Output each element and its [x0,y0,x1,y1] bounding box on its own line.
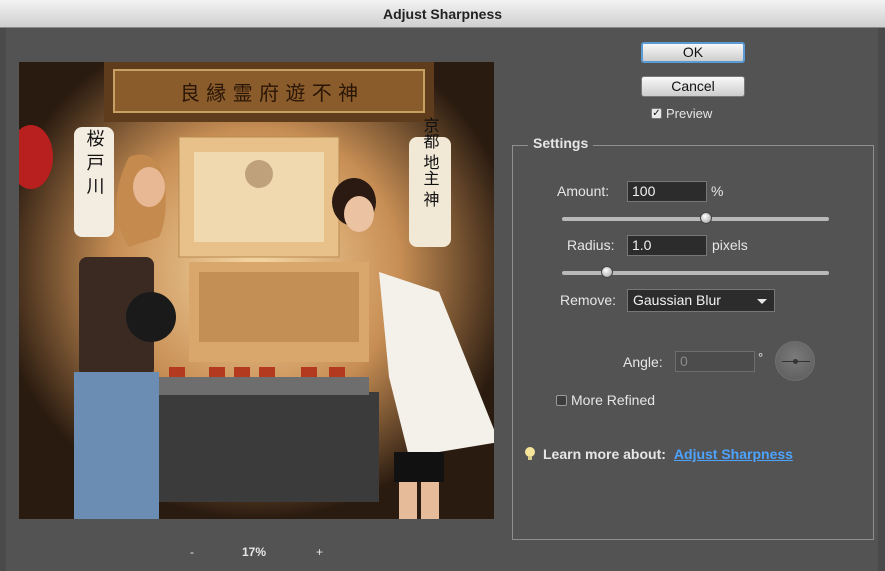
preview-label: Preview [666,106,713,121]
remove-label: Remove: [560,292,617,308]
amount-input[interactable]: 100 [627,181,707,202]
lantern-left-text: 桜 戸 川 [84,129,105,195]
radius-unit: pixels [712,237,748,253]
settings-group [512,145,874,540]
angle-dial[interactable] [775,341,815,381]
settings-legend: Settings [528,135,594,151]
learn-more-prefix: Learn more about: [543,446,666,462]
radius-slider[interactable] [562,266,829,278]
zoom-in-button[interactable]: + [316,545,323,559]
radius-input[interactable]: 1.0 [627,235,707,256]
angle-input[interactable]: 0 [675,351,755,372]
lantern-right-text: 京都 地主 神 [421,117,440,207]
zoom-out-button[interactable]: - [190,545,194,559]
chevron-down-icon [757,299,767,304]
title-bar: Adjust Sharpness [0,0,885,28]
ok-button[interactable]: OK [641,42,745,63]
preview-toggle[interactable]: ✓ Preview [651,106,712,121]
radius-label: Radius: [567,237,615,253]
remove-selected-value: Gaussian Blur [633,292,721,308]
more-refined-label: More Refined [571,392,656,408]
zoom-level: 17% [242,545,267,559]
more-refined-checkbox[interactable] [556,394,567,406]
preview-checkbox[interactable]: ✓ [651,108,662,119]
more-refined-toggle[interactable]: More Refined [556,392,655,408]
learn-more-link[interactable]: Adjust Sharpness [674,446,793,462]
angle-dial-center [793,359,798,364]
lightbulb-icon [525,447,535,461]
amount-label: Amount: [557,183,610,199]
preview-image[interactable]: 良 縁 霊 府 遊 不 神 桜 戸 川 京都 地主 神 [19,62,494,519]
angle-label: Angle: [623,354,663,370]
window-title: Adjust Sharpness [382,6,503,22]
angle-unit: ° [758,350,764,365]
amount-unit: % [711,183,724,199]
cancel-button[interactable]: Cancel [641,76,745,97]
shrine-photo: 良 縁 霊 府 遊 不 神 桜 戸 川 京都 地主 神 [19,62,494,519]
sign-text: 良 縁 霊 府 遊 不 神 [180,81,358,105]
learn-more-row: Learn more about: Adjust Sharpness [525,446,793,462]
remove-select[interactable]: Gaussian Blur [627,289,775,312]
amount-slider[interactable] [562,212,829,224]
